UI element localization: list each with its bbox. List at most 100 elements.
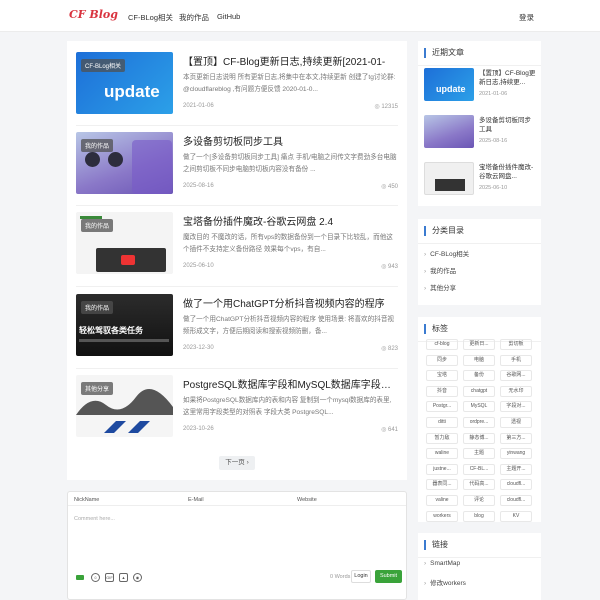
tag-chip[interactable]: 主题 [463,448,495,460]
tag-chip[interactable]: cloudfl... [500,495,532,506]
tag-chip[interactable]: 暂力敌 [426,432,458,444]
post-item[interactable]: 我的作品 宝塔备份插件魔改-谷歌云网盘 2.4 魔改目的 不魔改的话，所有vps… [76,212,398,274]
post-views: ◎ 450 [381,183,398,190]
post-thumbnail[interactable]: 其他分享 [76,375,173,437]
category-label: CF-BLog相关 [430,251,470,258]
nav-item-works[interactable]: 我的作品 [179,12,209,23]
tag-chip[interactable]: 电脑 [463,354,495,366]
gif-icon[interactable]: GIF [105,573,114,582]
post-item[interactable]: 轻松驾驭各类任务 我的作品 做了一个用ChatGPT分析抖音视频内容的程序 做了… [76,294,398,356]
tag-chip[interactable]: 无水印 [500,385,532,397]
recent-post-item[interactable]: update 【置顶】CF-Blog更新日志,持续更... 2021-01-06 [424,68,536,101]
category-label: 其他分享 [430,285,457,292]
post-excerpt: 如果将PostgreSQL数据库内的表和内容 复制到一个mysql数据库的表里,… [183,397,392,416]
tag-chip[interactable]: 主题开... [500,463,532,475]
tag-chip[interactable]: 谷歌网... [500,370,532,382]
post-divider [76,205,398,206]
post-views: ◎ 823 [381,345,398,352]
comment-login-button[interactable]: Login [351,570,371,583]
post-thumbnail[interactable]: 轻松驾驭各类任务 我的作品 [76,294,173,356]
post-title[interactable]: PostgreSQL数据库字段和MySQL数据库字段对... [183,376,398,391]
recent-post-title[interactable]: 【置顶】CF-Blog更新日志,持续更... [479,69,537,87]
markdown-icon[interactable] [76,575,84,580]
image-icon[interactable]: ▲ [119,573,128,582]
recent-post-title[interactable]: 多设备剪切板同步工具 [479,116,537,134]
tag-chip[interactable]: 宝塔 [426,370,458,382]
tag-chip[interactable]: 抖音 [426,385,458,397]
tag-chip[interactable]: CF-BL... [463,463,495,475]
tag-chip[interactable]: 第三方... [500,432,532,444]
tag-chip[interactable]: ditti [426,417,458,428]
tag-chip[interactable]: 代码高... [463,479,495,491]
post-category-tag[interactable]: 我的作品 [81,219,114,232]
post-item[interactable]: 我的作品 多设备剪切板同步工具 做了一个[多设备剪切板同步工具] 痛点 手机/电… [76,132,398,194]
preview-icon[interactable]: ◉ [133,573,142,582]
login-link[interactable]: 登录 [519,12,534,23]
post-thumbnail[interactable]: update CF-BLog相关 [76,52,173,114]
tags-title: 标签 [424,324,448,334]
recent-post-item[interactable]: 宝塔备份插件魔改-谷歌云网盘... 2025-06-10 [424,162,536,195]
tag-chip[interactable]: 字段对... [500,401,532,413]
recent-post-title[interactable]: 宝塔备份插件魔改-谷歌云网盘... [479,163,537,181]
post-thumbnail[interactable]: 我的作品 [76,132,173,194]
tag-chip[interactable]: cloudfl... [500,479,532,491]
post-category-tag[interactable]: 其他分享 [81,382,114,395]
site-logo[interactable]: CF Blog [69,8,118,21]
tag-chip[interactable]: justne... [426,463,458,475]
post-category-tag[interactable]: 我的作品 [81,139,114,152]
recent-post-item[interactable]: 多设备剪切板同步工具 2025-08-16 [424,115,536,148]
nav-item-github[interactable]: GitHub [217,12,240,21]
recent-thumbnail[interactable] [424,115,474,148]
tag-chip[interactable]: cf-blog [426,339,458,350]
category-item[interactable]: › 其他分享 [424,282,456,292]
tag-chip[interactable]: 剪切板 [500,339,532,350]
post-views: ◎ 943 [381,263,398,270]
nickname-field[interactable]: NickName [74,497,99,503]
post-title[interactable]: 做了一个用ChatGPT分析抖音视频内容的程序 [183,295,398,310]
category-item[interactable]: › 我的作品 [424,265,456,275]
category-item[interactable]: › CF-BLog相关 [424,248,469,258]
emoji-icon[interactable]: ☺ [91,573,100,582]
tag-chip[interactable]: valine [426,495,458,506]
post-category-tag[interactable]: CF-BLog相关 [81,59,126,72]
tag-chip[interactable]: 静态博... [463,432,495,444]
post-item[interactable]: update CF-BLog相关 【置顶】CF-Blog更新日志,持续更新[20… [76,52,398,114]
recent-posts-card: 近期文章 update 【置顶】CF-Blog更新日志,持续更... 2021-… [418,41,541,206]
comment-textarea[interactable]: Comment here... [74,516,115,522]
post-title[interactable]: 多设备剪切板同步工具 [183,133,398,148]
post-title[interactable]: 【置顶】CF-Blog更新日志,持续更新[2021-01- [183,53,398,68]
website-field[interactable]: Website [297,497,317,503]
tag-chip[interactable]: blog [463,510,495,522]
tag-chip[interactable]: chatgpt [463,385,495,397]
post-category-tag[interactable]: 我的作品 [81,301,114,314]
next-page-button[interactable]: 下一页 › [219,456,255,470]
tag-chip[interactable]: 备份 [463,370,495,382]
post-thumbnail[interactable]: 我的作品 [76,212,173,274]
recent-thumbnail[interactable]: update [424,68,474,101]
recent-thumbnail[interactable] [424,162,474,195]
email-field[interactable]: E-Mail [188,497,204,503]
link-item[interactable]: › SmartMap [424,560,460,567]
recent-post-date: 2021-01-06 [479,91,508,97]
chevron-right-icon: › [424,285,427,292]
tag-chip[interactable]: yinwang [500,448,532,460]
post-title[interactable]: 宝塔备份插件魔改-谷歌云网盘 2.4 [183,213,398,228]
tag-chip[interactable]: KV [500,510,532,522]
post-item[interactable]: 其他分享 PostgreSQL数据库字段和MySQL数据库字段对... 如果将P… [76,375,398,437]
tag-chip[interactable]: waline [426,448,458,460]
tag-chip[interactable]: workers [426,510,458,522]
submit-button[interactable]: Submit [375,570,402,583]
link-item[interactable]: › 修改workers [424,577,466,587]
tag-chip[interactable]: 更新日... [463,339,495,350]
tag-chip[interactable]: 透视 [500,417,532,428]
tag-chip[interactable]: 手机 [500,354,532,366]
tag-chip[interactable]: MySQL [463,401,495,413]
tag-chip[interactable]: 器表同... [426,479,458,491]
top-header: CF Blog CF-BLog相关 我的作品 GitHub 登录 [0,0,600,32]
post-excerpt: 做了一个用ChatGPT分析抖音视频内容的程序 使用场景: 将喜欢的抖音视频形成… [183,316,395,335]
tag-chip[interactable]: Postgr... [426,401,458,413]
tag-chip[interactable]: 评论 [463,495,495,506]
tag-chip[interactable]: 同步 [426,354,458,366]
tag-chip[interactable]: ordpre... [463,417,495,428]
nav-item-cf-blog[interactable]: CF-BLog相关 [128,12,173,23]
